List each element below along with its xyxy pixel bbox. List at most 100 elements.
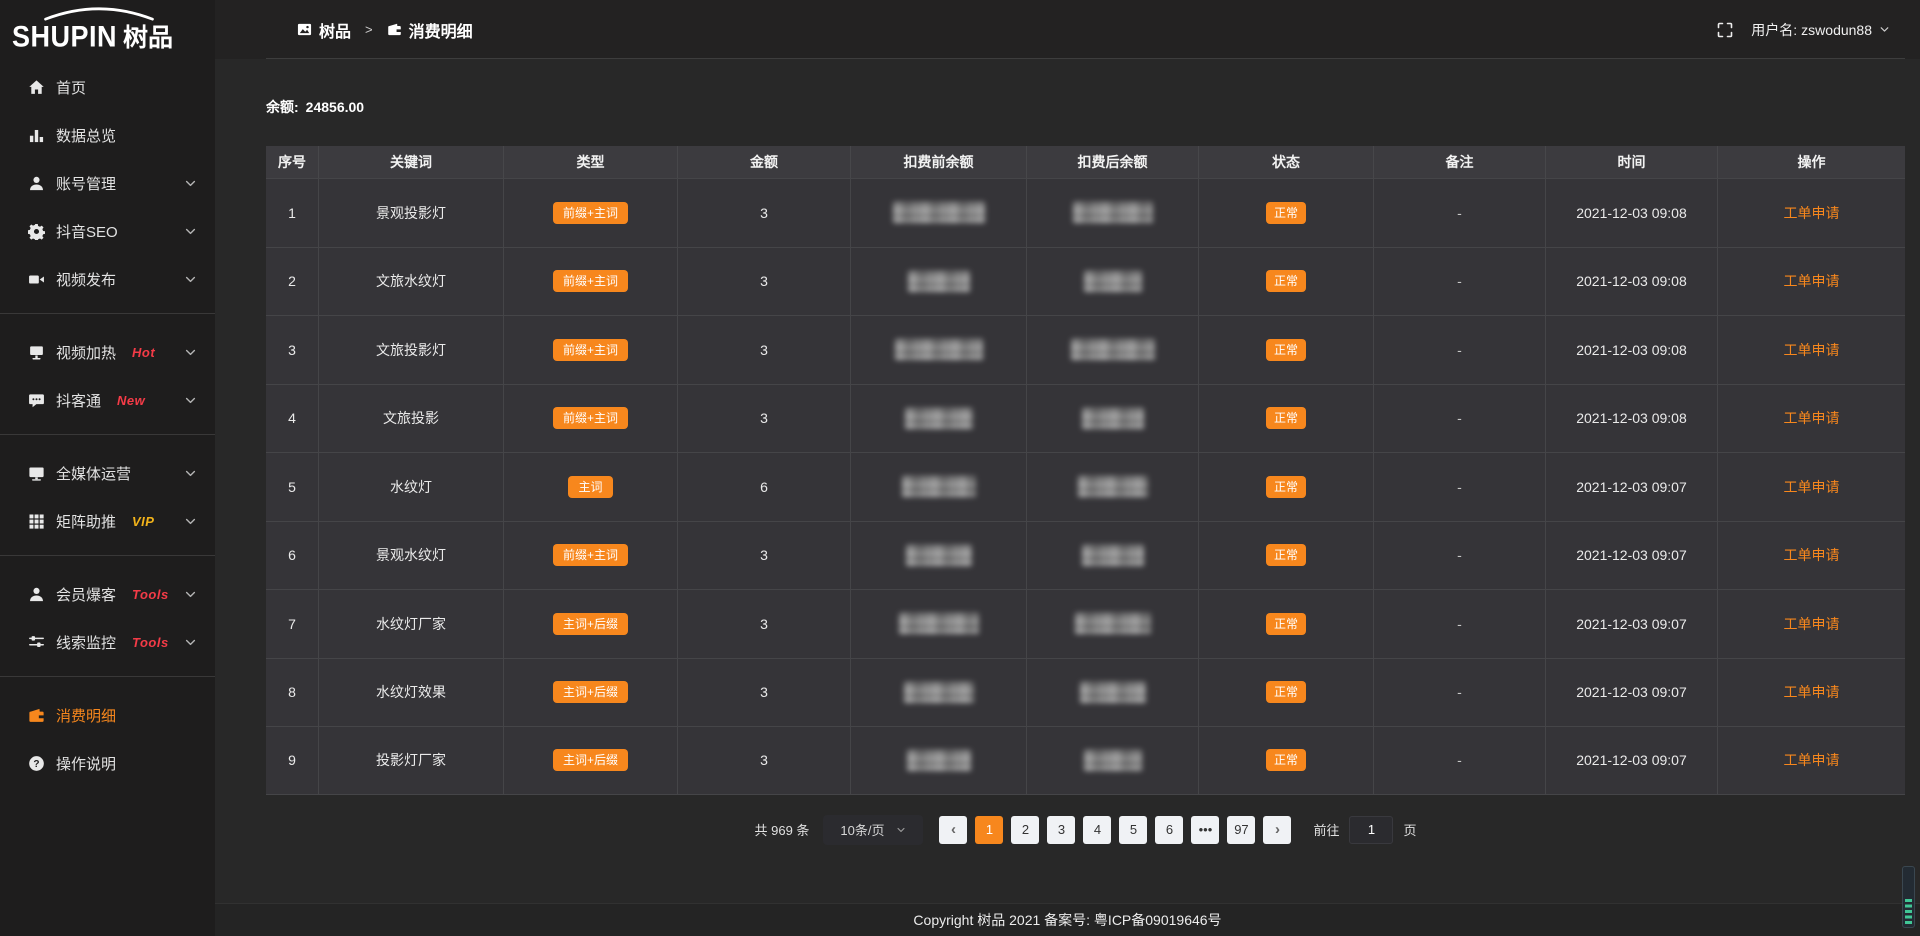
sidebar-item-label: 会员爆客 <box>56 584 116 605</box>
footer: Copyright 树品 2021 备案号: 粤ICP备09019646号 <box>215 903 1920 936</box>
note-cell: - <box>1373 248 1545 316</box>
status-cell: 正常 <box>1198 522 1373 590</box>
table-header: 序号关键词类型金额扣费前余额扣费后余额状态备注时间操作 <box>266 146 1905 178</box>
sidebar-divider <box>0 555 215 556</box>
sidebar-item-4-1[interactable]: ?操作说明 <box>0 739 215 787</box>
keyword-cell: 景观水纹灯 <box>318 522 503 590</box>
pager-page-button[interactable]: 3 <box>1047 816 1075 844</box>
action-cell: 工单申请 <box>1717 316 1905 384</box>
sidebar-item-4-0[interactable]: 消费明细 <box>0 691 215 739</box>
pager-page-button[interactable]: 4 <box>1083 816 1111 844</box>
goto-page-input[interactable] <box>1349 816 1393 844</box>
balance-after-cell <box>1026 727 1198 794</box>
column-header: 扣费前余额 <box>850 146 1026 178</box>
column-header: 扣费后余额 <box>1026 146 1198 178</box>
column-header: 状态 <box>1198 146 1373 178</box>
chevron-down-icon <box>184 394 197 407</box>
sidebar-item-0-1[interactable]: 数据总览 <box>0 111 215 159</box>
row-index-cell: 7 <box>266 590 318 658</box>
sidebar-item-label: 视频发布 <box>56 269 116 290</box>
work-order-link[interactable]: 工单申请 <box>1784 750 1840 770</box>
pager-page-button[interactable]: 97 <box>1227 816 1255 844</box>
copyright-text: Copyright 树品 2021 备案号: 粤ICP备09019646号 <box>913 910 1221 930</box>
work-order-link[interactable]: 工单申请 <box>1784 614 1840 634</box>
page-size-value: 10条/页 <box>840 820 884 839</box>
note-cell: - <box>1373 453 1545 521</box>
status-cell: 正常 <box>1198 385 1373 453</box>
status-badge: 正常 <box>1266 544 1306 566</box>
work-order-link[interactable]: 工单申请 <box>1784 408 1840 428</box>
redacted-balance-after <box>1084 750 1142 771</box>
sidebar-item-label: 抖音SEO <box>56 221 118 242</box>
amount-cell: 3 <box>677 590 850 658</box>
note-cell: - <box>1373 659 1545 727</box>
work-order-link[interactable]: 工单申请 <box>1784 682 1840 702</box>
table-row: 6景观水纹灯前缀+主词3正常-2021-12-03 09:07工单申请 <box>266 521 1905 590</box>
breadcrumb-item-home[interactable]: 树品 <box>297 18 351 42</box>
chat-icon <box>28 392 45 409</box>
redacted-balance-before <box>908 271 970 292</box>
sidebar-item-0-0[interactable]: 首页 <box>0 63 215 111</box>
chevron-down-icon <box>184 636 197 649</box>
balance-after-cell <box>1026 248 1198 316</box>
action-cell: 工单申请 <box>1717 453 1905 521</box>
pager-page-button[interactable]: 1 <box>975 816 1003 844</box>
sidebar-item-2-0[interactable]: 全媒体运营 <box>0 449 215 497</box>
breadcrumb: 树品 > 消费明细 <box>297 18 473 42</box>
row-index-cell: 3 <box>266 316 318 384</box>
page-size-select[interactable]: 10条/页 <box>823 815 923 845</box>
work-order-link[interactable]: 工单申请 <box>1784 477 1840 497</box>
sidebar-item-3-1[interactable]: 线索监控Tools <box>0 618 215 666</box>
sidebar-item-tag: VIP <box>132 514 154 529</box>
user-menu[interactable]: 用户名: zswodun88 <box>1751 20 1890 40</box>
status-cell: 正常 <box>1198 316 1373 384</box>
sidebar-item-tag: Tools <box>132 587 169 602</box>
time-cell: 2021-12-03 09:07 <box>1545 590 1717 658</box>
row-index-cell: 1 <box>266 179 318 247</box>
balance-before-cell <box>850 590 1026 658</box>
work-order-link[interactable]: 工单申请 <box>1784 340 1840 360</box>
pager-prev-button[interactable]: ‹ <box>939 816 967 844</box>
sidebar-item-3-0[interactable]: 会员爆客 Tools <box>0 570 215 618</box>
pager-page-button[interactable]: 2 <box>1011 816 1039 844</box>
sidebar-item-0-4[interactable]: 视频发布 <box>0 255 215 303</box>
home-icon <box>28 79 45 96</box>
row-index-cell: 2 <box>266 248 318 316</box>
pager-page-button[interactable]: 5 <box>1119 816 1147 844</box>
chevron-down-icon <box>184 346 197 359</box>
pager-ellipsis-button[interactable]: ••• <box>1191 816 1219 844</box>
logo-arc-icon <box>40 6 158 21</box>
sidebar-item-0-3[interactable]: 抖音SEO <box>0 207 215 255</box>
work-order-link[interactable]: 工单申请 <box>1784 271 1840 291</box>
status-cell: 正常 <box>1198 727 1373 794</box>
redacted-balance-before <box>906 545 972 566</box>
type-cell: 主词+后缀 <box>503 659 677 727</box>
goto-suffix: 页 <box>1403 820 1416 839</box>
sidebar-item-label: 账号管理 <box>56 173 116 194</box>
action-cell: 工单申请 <box>1717 522 1905 590</box>
type-cell: 前缀+主词 <box>503 179 677 247</box>
fullscreen-icon[interactable] <box>1717 22 1733 38</box>
sidebar-item-2-1[interactable]: 矩阵助推VIP <box>0 497 215 545</box>
amount-cell: 3 <box>677 659 850 727</box>
pager-page-button[interactable]: 6 <box>1155 816 1183 844</box>
work-order-link[interactable]: 工单申请 <box>1784 203 1840 223</box>
sidebar-item-1-0[interactable]: 视频加热Hot <box>0 328 215 376</box>
breadcrumb-item-current[interactable]: 消费明细 <box>387 18 473 42</box>
sidebar-divider <box>0 434 215 435</box>
type-cell: 主词+后缀 <box>503 727 677 794</box>
sidebar-item-label: 全媒体运营 <box>56 463 131 484</box>
sidebar-item-1-1[interactable]: 抖客通New <box>0 376 215 424</box>
chevron-down-icon <box>184 225 197 238</box>
action-cell: 工单申请 <box>1717 179 1905 247</box>
pager-next-button[interactable]: › <box>1263 816 1291 844</box>
total-count: 共 969 条 <box>755 820 810 839</box>
scroll-widget[interactable] <box>1902 866 1915 928</box>
redacted-balance-after <box>1073 202 1153 223</box>
work-order-link[interactable]: 工单申请 <box>1784 545 1840 565</box>
sidebar-item-0-2[interactable]: 账号管理 <box>0 159 215 207</box>
time-cell: 2021-12-03 09:08 <box>1545 179 1717 247</box>
status-cell: 正常 <box>1198 590 1373 658</box>
logo-brand: SHUPIN <box>12 21 117 54</box>
balance-after-cell <box>1026 453 1198 521</box>
